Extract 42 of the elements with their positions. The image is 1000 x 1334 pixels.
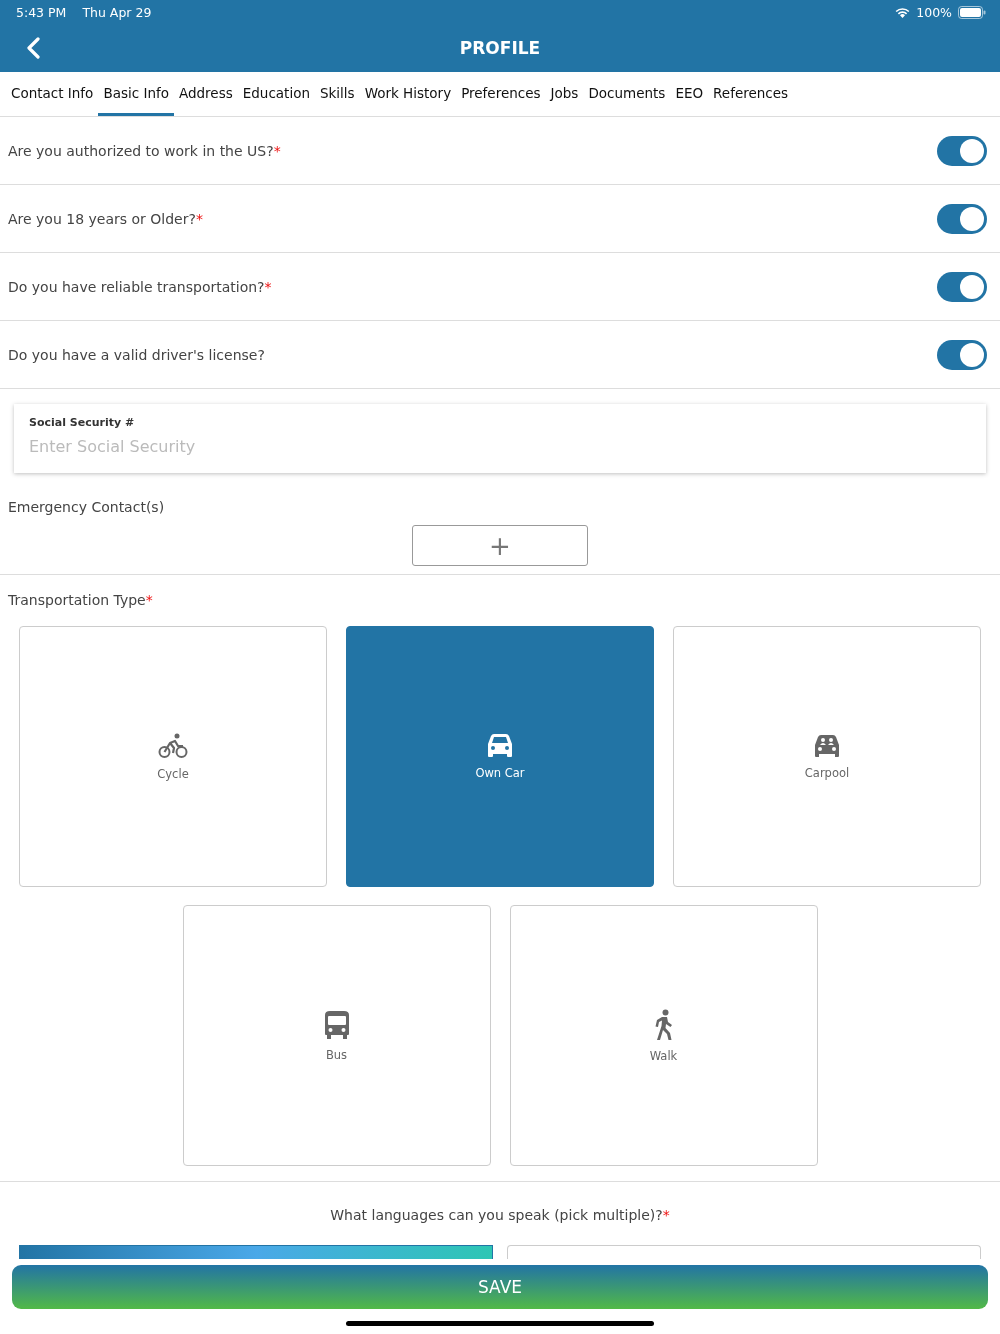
walking-person-icon [652,1008,675,1041]
battery-percent: 100% [916,4,952,20]
save-button[interactable]: SAVE [12,1265,988,1309]
toggle-switch[interactable] [937,203,987,234]
add-contact-button[interactable]: + [412,525,588,566]
tab[interactable]: Education [237,72,315,116]
status-time: 5:43 PM [16,4,67,20]
transport-option[interactable]: Carpool [673,626,981,887]
tab[interactable]: Address [173,72,238,116]
status-date: Thu Apr 29 [82,4,152,20]
wifi-icon [895,6,911,18]
tab[interactable]: Basic Info [98,72,174,116]
field-label: Social Security # [29,416,136,429]
battery-icon [958,5,986,19]
back-icon[interactable] [26,37,40,59]
question-label: Are you authorized to work in the US?* [8,142,281,159]
section-label: Emergency Contact(s) [8,499,166,515]
transport-option[interactable]: Walk [509,905,818,1166]
transport-option[interactable]: Own Car [346,626,654,887]
tab[interactable]: Preferences [456,72,546,116]
transport-option[interactable]: Cycle [19,626,327,887]
question-label: Are you 18 years or Older?* [8,210,203,227]
tab[interactable]: Documents [583,72,671,116]
header-title: PROFILE [459,38,541,58]
question-label: Do you have reliable transportation?* [8,278,272,295]
bus-icon [323,1009,350,1040]
question-label: Do you have a valid driver's license? [8,346,265,363]
tab[interactable]: Skills [314,72,360,116]
tab[interactable]: Jobs [545,72,584,116]
bicycle-icon [158,732,188,759]
tab[interactable]: EEO [670,72,709,116]
car-with-passengers-icon [813,733,841,758]
car-icon [486,733,514,758]
section-label: Transportation Type* [8,592,154,608]
toggle-switch[interactable] [937,339,987,370]
tab[interactable]: Contact Info [6,72,99,116]
transport-option[interactable]: Bus [182,905,491,1166]
tab[interactable]: References [708,72,794,116]
question-label: What languages can you speak (pick multiple)?* [330,1207,670,1223]
tab[interactable]: Work History [359,72,457,116]
toggle-switch[interactable] [937,135,987,166]
toggle-switch[interactable] [937,271,987,302]
